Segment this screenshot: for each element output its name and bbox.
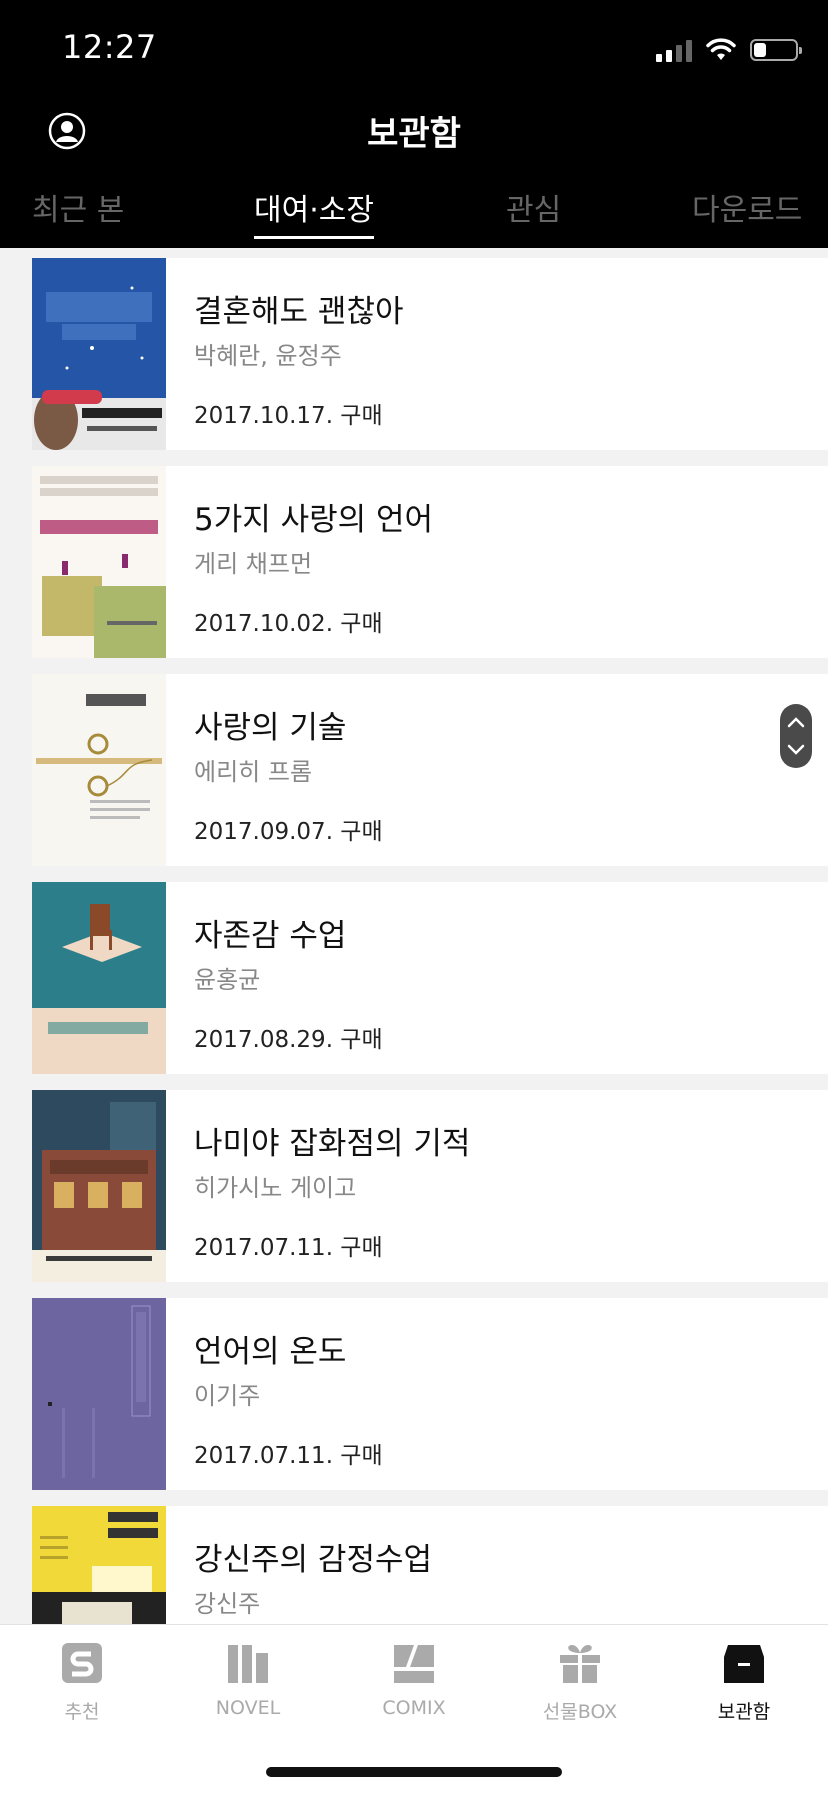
tab-download[interactable]: 다운로드 [692,185,802,229]
book-title: 강신주의 감정수업 [194,1542,433,1578]
book-author: 강신주 [194,1590,261,1618]
home-indicator [266,1767,562,1777]
book-title: 사랑의 기술 [194,710,347,746]
nav-label: 추천 [64,1701,100,1723]
book-author: 윤홍균 [194,966,261,994]
archive-box-icon [724,1645,764,1683]
book-author: 히가시노 게이고 [194,1174,357,1202]
app-header: 12:27 보관함 최근 본 대여·소장 관심 다운로드 [0,0,828,248]
s-logo-icon [62,1643,102,1683]
purchase-date: 2017.07.11. 구매 [194,1443,383,1469]
book-author: 게리 채프먼 [194,550,313,578]
gift-icon [560,1645,600,1683]
wifi-icon [706,38,736,60]
book-title: 자존감 수업 [194,918,347,954]
purchase-date: 2017.10.02. 구매 [194,611,383,637]
nav-label: 보관함 [717,1701,771,1723]
chevron-up-icon[interactable] [787,717,805,728]
status-time: 12:27 [62,28,157,66]
book-author: 이기주 [194,1382,261,1410]
tab-favorites[interactable]: 관심 [506,185,561,229]
book-cover [32,466,166,658]
book-title: 결혼해도 괜찮아 [194,294,404,330]
book-item[interactable]: 자존감 수업 윤홍균 2017.08.29. 구매 [32,882,828,1074]
book-title: 언어의 온도 [194,1334,347,1370]
book-item[interactable]: 5가지 사랑의 언어 게리 채프먼 2017.10.02. 구매 [32,466,828,658]
nav-archive[interactable]: 보관함 [664,1641,824,1724]
nav-gift-box[interactable]: 선물BOX [500,1641,660,1724]
book-author: 에리히 프롬 [194,758,313,786]
battery-icon [750,39,802,61]
books-icon [228,1645,268,1683]
book-cover [32,1090,166,1282]
page-title: 보관함 [367,114,461,154]
book-cover [32,882,166,1074]
tab-recent[interactable]: 최근 본 [32,185,124,229]
cellular-signal-icon [656,38,692,62]
tab-bar: 최근 본 대여·소장 관심 다운로드 [0,185,828,239]
book-title: 5가지 사랑의 언어 [194,502,434,538]
book-cover [32,1298,166,1490]
chevron-down-icon[interactable] [787,744,805,755]
nav-label: COMIX [382,1697,446,1719]
nav-recommend[interactable]: 추천 [2,1641,162,1724]
nav-comix[interactable]: COMIX [334,1641,494,1719]
scroll-nav-widget[interactable] [780,704,812,768]
purchase-date: 2017.10.17. 구매 [194,403,383,429]
book-cover [32,258,166,450]
book-item[interactable]: 나미야 잡화점의 기적 히가시노 게이고 2017.07.11. 구매 [32,1090,828,1282]
book-author: 박혜란, 윤정주 [194,342,342,370]
book-item[interactable]: 사랑의 기술 에리히 프롬 2017.09.07. 구매 [32,674,828,866]
nav-novel[interactable]: NOVEL [168,1641,328,1719]
book-item[interactable]: 언어의 온도 이기주 2017.07.11. 구매 [32,1298,828,1490]
book-item[interactable]: 결혼해도 괜찮아 박혜란, 윤정주 2017.10.17. 구매 [32,258,828,450]
status-icons [656,33,802,67]
book-cover [32,674,166,866]
purchase-date: 2017.07.11. 구매 [194,1235,383,1261]
tab-rental-owned[interactable]: 대여·소장 [254,185,374,239]
nav-label: 선물BOX [542,1701,618,1723]
purchase-date: 2017.08.29. 구매 [194,1027,383,1053]
book-title: 나미야 잡화점의 기적 [194,1126,471,1162]
nav-label: NOVEL [215,1697,281,1719]
purchase-date: 2017.09.07. 구매 [194,819,383,845]
comix-icon [394,1645,434,1683]
